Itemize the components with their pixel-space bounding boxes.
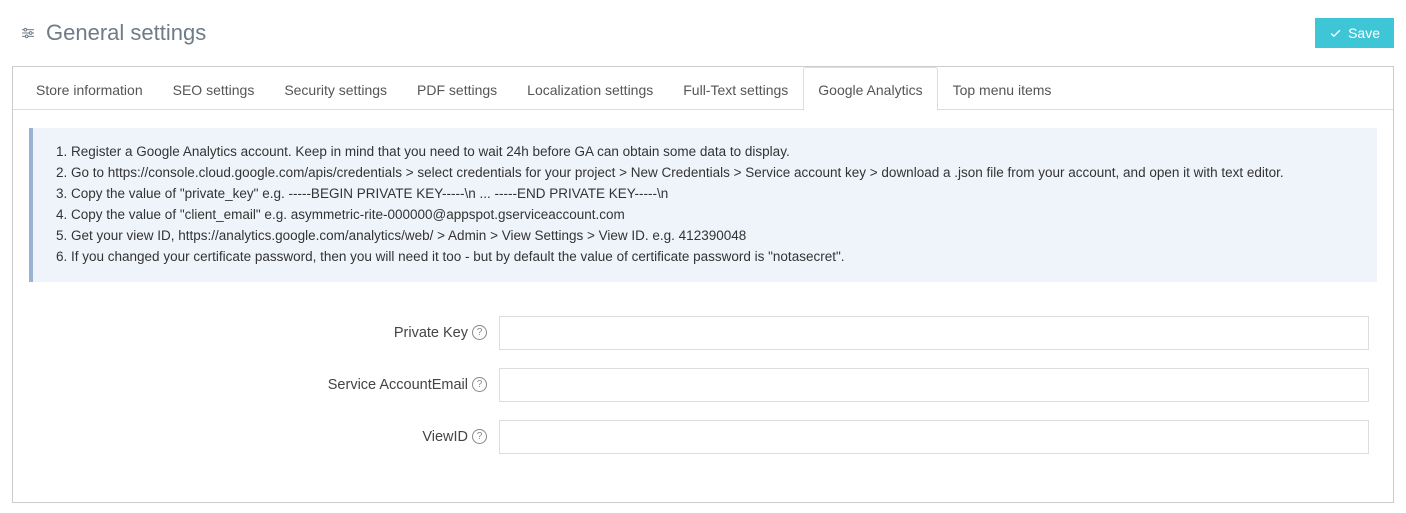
- tab-google-analytics[interactable]: Google Analytics: [803, 67, 937, 111]
- tabs-bar: Store information SEO settings Security …: [13, 66, 1393, 110]
- settings-panel: Store information SEO settings Security …: [12, 66, 1394, 503]
- label-text: Private Key: [394, 325, 468, 341]
- help-icon[interactable]: ?: [472, 429, 487, 444]
- instruction-item: Go to https://console.cloud.google.com/a…: [71, 163, 1359, 184]
- tab-content: Register a Google Analytics account. Kee…: [13, 110, 1393, 502]
- page-header: General settings Save: [12, 10, 1394, 66]
- sliders-icon: [20, 25, 36, 41]
- instruction-item: Register a Google Analytics account. Kee…: [71, 142, 1359, 163]
- instruction-item: If you changed your certificate password…: [71, 247, 1359, 268]
- tab-pdf-settings[interactable]: PDF settings: [402, 67, 512, 111]
- save-button-label: Save: [1348, 25, 1380, 41]
- input-wrap: [499, 420, 1369, 454]
- instruction-item: Copy the value of "client_email" e.g. as…: [71, 205, 1359, 226]
- service-email-input[interactable]: [499, 368, 1369, 402]
- page-title: General settings: [46, 20, 206, 46]
- form-row-view-id: ViewID ?: [29, 420, 1377, 454]
- tab-security-settings[interactable]: Security settings: [269, 67, 402, 111]
- input-wrap: [499, 316, 1369, 350]
- check-icon: [1329, 27, 1342, 40]
- private-key-input[interactable]: [499, 316, 1369, 350]
- form-row-private-key: Private Key ?: [29, 316, 1377, 350]
- private-key-label: Private Key ?: [29, 325, 499, 341]
- input-wrap: [499, 368, 1369, 402]
- tab-localization-settings[interactable]: Localization settings: [512, 67, 668, 111]
- instruction-item: Copy the value of "private_key" e.g. ---…: [71, 184, 1359, 205]
- instruction-item: Get your view ID, https://analytics.goog…: [71, 226, 1359, 247]
- view-id-label: ViewID ?: [29, 429, 499, 445]
- form-area: Private Key ? Service AccountEmail ?: [29, 316, 1377, 454]
- title-group: General settings: [20, 20, 206, 46]
- instructions-box: Register a Google Analytics account. Kee…: [29, 128, 1377, 282]
- help-icon[interactable]: ?: [472, 325, 487, 340]
- label-text: ViewID: [422, 429, 468, 445]
- view-id-input[interactable]: [499, 420, 1369, 454]
- tab-top-menu-items[interactable]: Top menu items: [938, 67, 1067, 111]
- instructions-list: Register a Google Analytics account. Kee…: [51, 142, 1359, 268]
- save-button[interactable]: Save: [1315, 18, 1394, 48]
- tab-full-text-settings[interactable]: Full-Text settings: [668, 67, 803, 111]
- form-row-service-email: Service AccountEmail ?: [29, 368, 1377, 402]
- service-email-label: Service AccountEmail ?: [29, 377, 499, 393]
- tab-seo-settings[interactable]: SEO settings: [158, 67, 270, 111]
- tab-store-information[interactable]: Store information: [21, 67, 158, 111]
- label-text: Service AccountEmail: [328, 377, 468, 393]
- help-icon[interactable]: ?: [472, 377, 487, 392]
